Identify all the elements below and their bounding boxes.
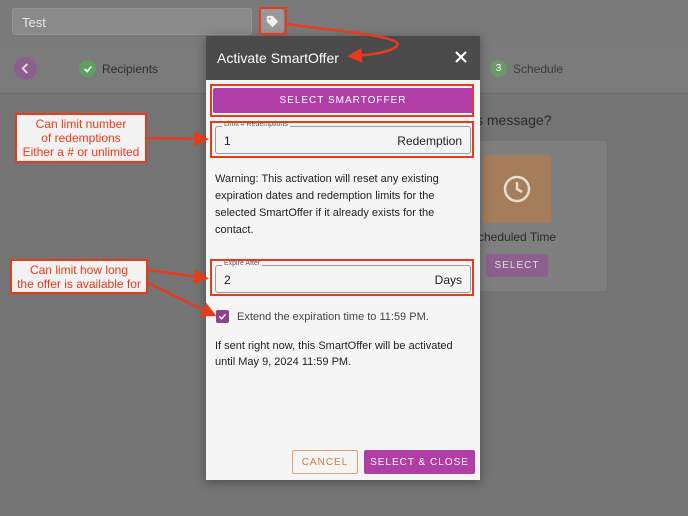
step-schedule[interactable]: 3 Schedule bbox=[490, 60, 563, 77]
step-recipients[interactable]: Recipients bbox=[79, 60, 158, 77]
callout-expire-line: the offer is available for bbox=[17, 276, 141, 291]
back-button[interactable] bbox=[14, 57, 37, 80]
name-input[interactable]: Test bbox=[12, 8, 252, 35]
extend-expiration-checkbox[interactable] bbox=[216, 310, 229, 323]
step-schedule-label: Schedule bbox=[513, 61, 564, 76]
step-recipients-label: Recipients bbox=[102, 61, 159, 76]
close-icon[interactable] bbox=[453, 49, 469, 65]
step-number-badge: 3 bbox=[490, 60, 507, 77]
clock-icon bbox=[503, 175, 531, 203]
callout-redemptions-line: Either a # or unlimited bbox=[22, 145, 140, 159]
clock-tile bbox=[483, 155, 551, 223]
checkmark-icon bbox=[218, 313, 227, 320]
check-icon bbox=[79, 60, 96, 77]
select-smartoffer-highlight bbox=[210, 84, 474, 117]
modal-title: Activate SmartOffer bbox=[217, 50, 339, 66]
modal-header: Activate SmartOffer bbox=[206, 36, 480, 80]
callout-expire: Can limit how long the offer is availabl… bbox=[10, 259, 148, 294]
callout-redemptions: Can limit number of redemptions Either a… bbox=[15, 113, 147, 163]
warning-text: Warning: This activation will reset any … bbox=[215, 173, 439, 236]
extend-expiration-label: Extend the expiration time to 11:59 PM. bbox=[237, 310, 429, 323]
limit-redemptions-highlight bbox=[210, 121, 474, 158]
cancel-button[interactable]: CANCEL bbox=[292, 450, 358, 474]
message-question: s message? bbox=[476, 112, 552, 128]
activation-note: If sent right now, this SmartOffer will … bbox=[215, 340, 453, 368]
chevron-left-icon bbox=[21, 63, 28, 74]
select-close-button[interactable]: SELECT & CLOSE bbox=[364, 450, 475, 474]
tag-button-highlight bbox=[259, 7, 287, 35]
callout-expire-line: Can limit how long bbox=[29, 262, 129, 277]
scheduled-time-label: cheduled Time bbox=[478, 230, 557, 244]
expire-after-highlight bbox=[210, 259, 474, 296]
callout-redemptions-line: of redemptions bbox=[41, 131, 121, 145]
extend-expiration-row[interactable]: Extend the expiration time to 11:59 PM. bbox=[216, 310, 429, 323]
callout-redemptions-line: Can limit number bbox=[35, 117, 127, 131]
scheduled-time-select-button[interactable]: SELECT bbox=[486, 254, 548, 277]
